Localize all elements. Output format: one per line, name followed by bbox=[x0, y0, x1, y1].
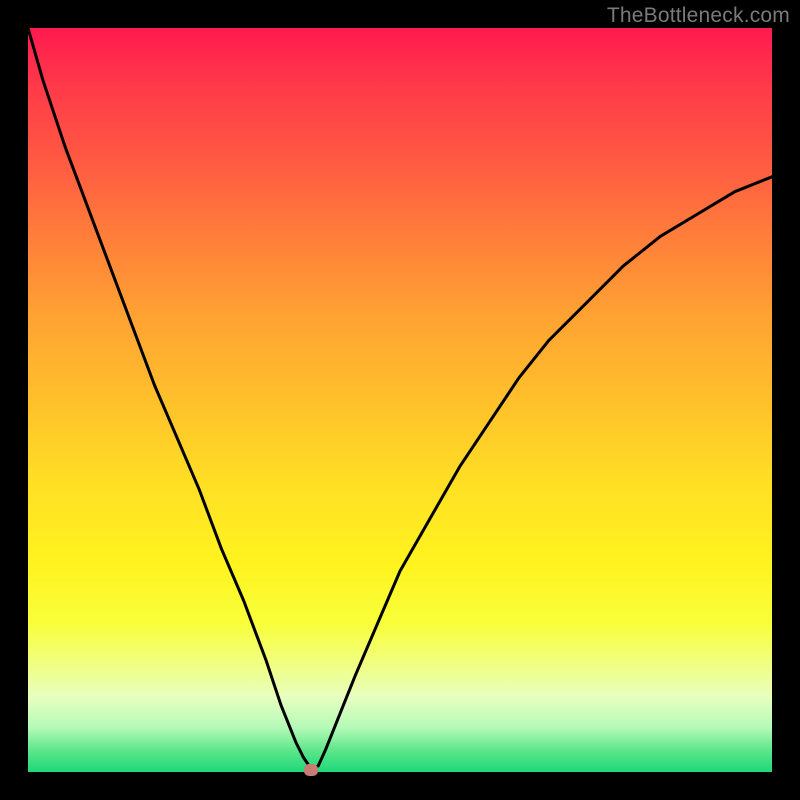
bottleneck-curve bbox=[28, 28, 772, 772]
watermark-text: TheBottleneck.com bbox=[607, 4, 790, 28]
chart-frame: TheBottleneck.com bbox=[0, 0, 800, 800]
plot-area bbox=[28, 28, 772, 772]
minimum-marker bbox=[304, 764, 318, 776]
